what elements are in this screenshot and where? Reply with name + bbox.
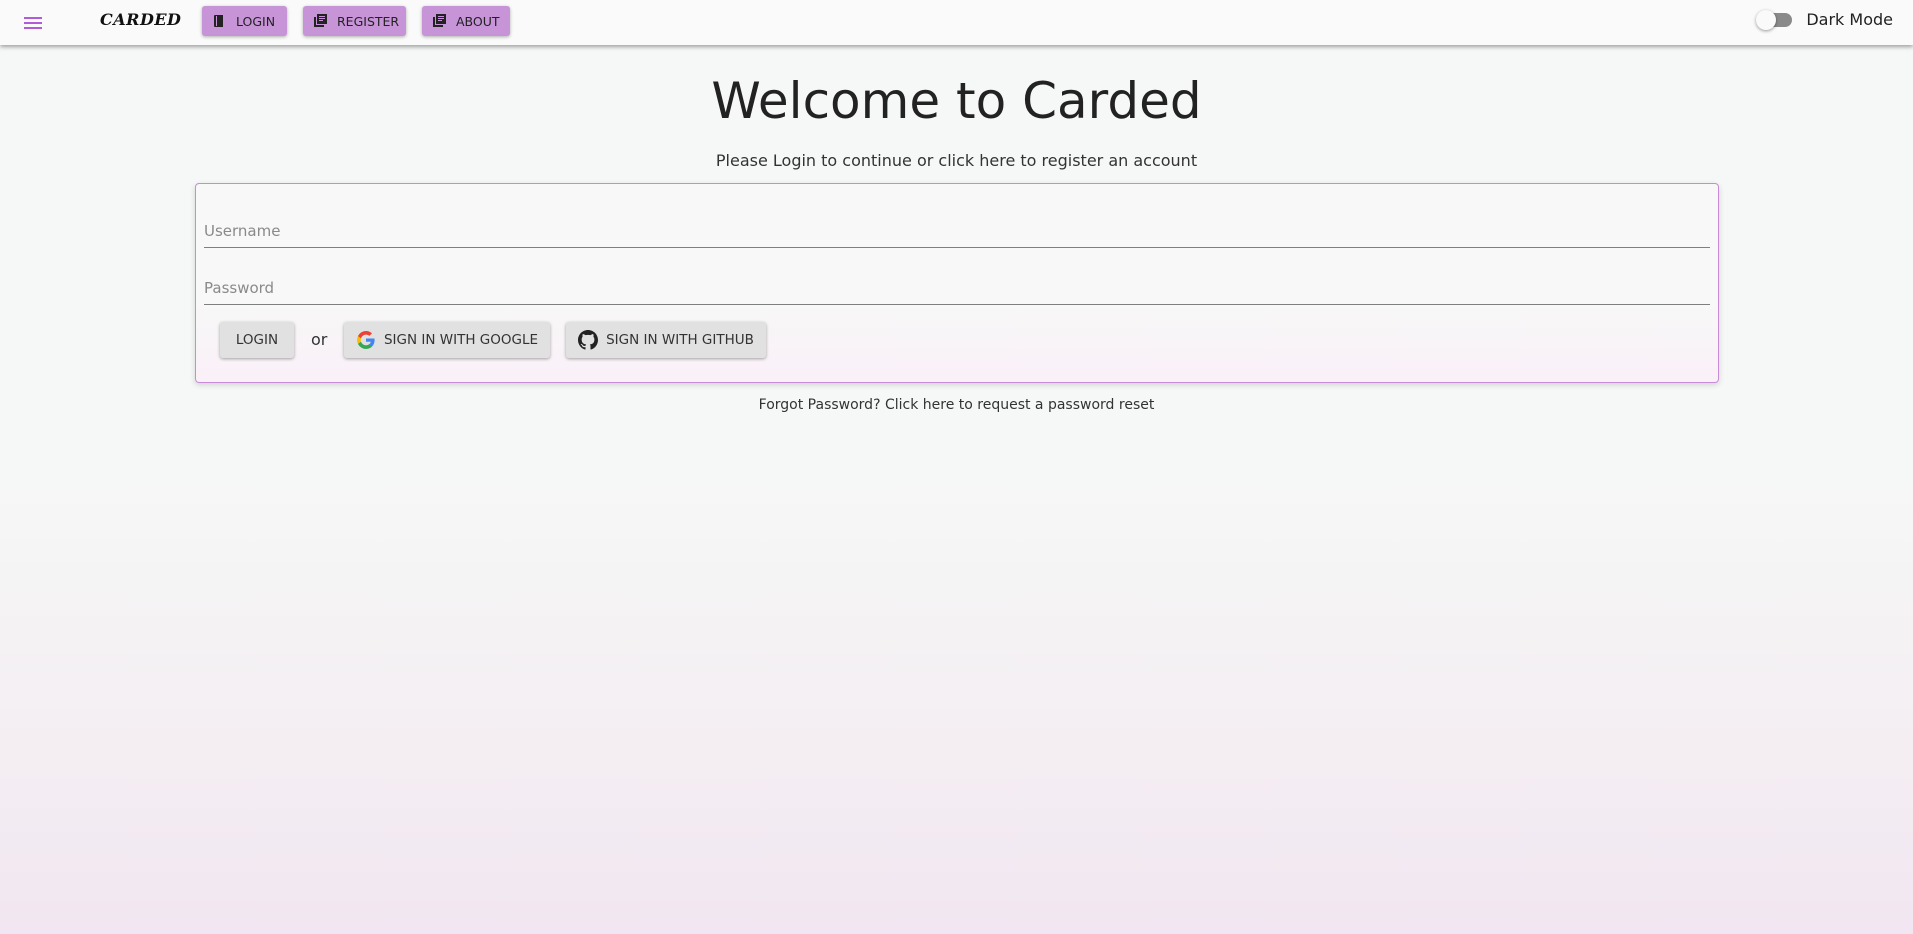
forgot-password-link[interactable]: Forgot Password? Click here to request a…	[0, 397, 1913, 413]
library-icon	[313, 14, 327, 28]
page-title: Welcome to Carded	[711, 72, 1202, 130]
google-icon	[356, 330, 376, 350]
login-card: LOGIN or SIGN IN WITH GOOGLE SIGN IN WIT…	[195, 183, 1719, 383]
login-button-label: LOGIN	[235, 332, 279, 348]
top-app-bar: CARDED LOGIN REGISTER ABOUT Dark Mode	[0, 0, 1913, 45]
book-icon	[212, 14, 226, 28]
dark-mode-toggle[interactable]: Dark Mode	[1756, 9, 1893, 30]
google-signin-button[interactable]: SIGN IN WITH GOOGLE	[344, 322, 550, 358]
or-separator: or	[311, 330, 328, 349]
github-signin-button[interactable]: SIGN IN WITH GITHUB	[566, 322, 766, 358]
menu-icon[interactable]	[18, 9, 48, 35]
nav-about-label: ABOUT	[456, 13, 500, 29]
dark-mode-label: Dark Mode	[1806, 10, 1893, 29]
github-icon	[578, 330, 599, 350]
nav-register-label: REGISTER	[337, 13, 400, 29]
switch-thumb	[1756, 9, 1777, 30]
password-field[interactable]	[204, 271, 1710, 305]
library-icon	[432, 14, 446, 28]
brand-logo[interactable]: CARDED	[100, 10, 181, 29]
nav-register-button[interactable]: REGISTER	[303, 6, 406, 36]
google-signin-label: SIGN IN WITH GOOGLE	[383, 332, 539, 348]
github-signin-label: SIGN IN WITH GITHUB	[606, 332, 754, 348]
dark-mode-switch[interactable]	[1756, 9, 1793, 30]
nav-login-label: LOGIN	[236, 13, 276, 29]
nav-login-button[interactable]: LOGIN	[202, 6, 287, 36]
login-button[interactable]: LOGIN	[220, 322, 294, 358]
nav-about-button[interactable]: ABOUT	[422, 6, 510, 36]
page-subtitle[interactable]: Please Login to continue or click here t…	[0, 151, 1913, 170]
username-field[interactable]	[204, 214, 1710, 248]
